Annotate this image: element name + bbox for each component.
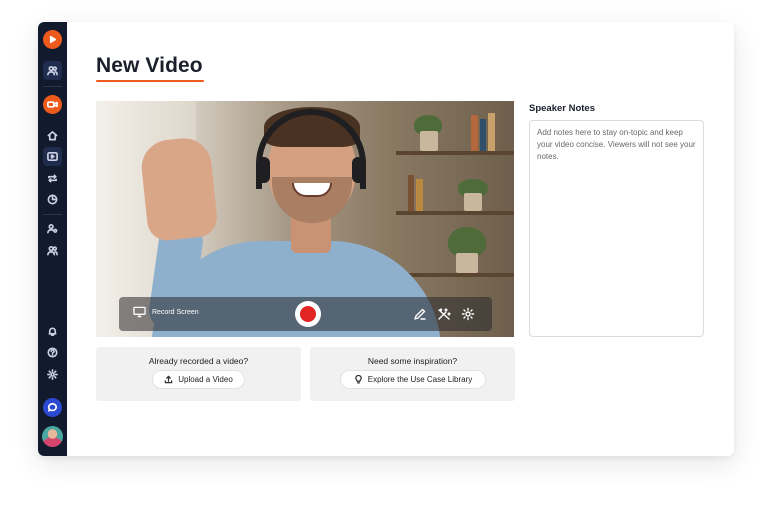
home-icon: [47, 131, 58, 141]
title-underline: [96, 80, 204, 82]
chat-icon: [47, 403, 57, 412]
sidebar-item-team[interactable]: [43, 61, 62, 80]
sidebar-item-settings[interactable]: [43, 365, 62, 384]
users-icon: [47, 66, 58, 76]
gear-icon: [47, 369, 58, 380]
users-icon: [47, 246, 58, 256]
upload-video-button[interactable]: Upload a Video: [152, 370, 245, 389]
sidebar-item-user-settings[interactable]: [43, 219, 62, 238]
record-dot-icon: [300, 306, 316, 322]
effects-button[interactable]: [437, 307, 451, 321]
camera-preview: Record Screen: [96, 101, 514, 337]
sidebar-item-notifications[interactable]: [43, 322, 62, 341]
sidebar-divider: [43, 86, 62, 87]
repeat-icon: [48, 174, 57, 183]
upload-card: Already recorded a video? Upload a Video: [96, 347, 301, 401]
record-screen-label: Record Screen: [152, 308, 199, 316]
record-screen-button[interactable]: Record Screen: [133, 306, 199, 318]
sidebar-item-record[interactable]: [43, 95, 62, 114]
upload-icon: [164, 375, 173, 384]
upload-video-label: Upload a Video: [178, 375, 233, 384]
user-cog-icon: [47, 224, 58, 234]
sidebar-item-analytics[interactable]: [43, 190, 62, 209]
magic-wand-icon: [438, 308, 451, 320]
app-window: New Video Record Screen Already recorded…: [38, 22, 734, 456]
recorder-controls: Record Screen: [119, 297, 492, 331]
inspiration-card-title: Need some inspiration?: [367, 356, 458, 366]
sidebar-divider: [43, 214, 62, 215]
bell-icon: [48, 327, 57, 336]
lightbulb-icon: [354, 375, 362, 384]
sidebar-item-share[interactable]: [43, 169, 62, 188]
pencil-icon: [414, 308, 426, 320]
sidebar-item-people[interactable]: [43, 241, 62, 260]
recorder-settings-button[interactable]: [461, 307, 475, 321]
sidebar-item-home[interactable]: [43, 126, 62, 145]
use-case-library-button[interactable]: Explore the Use Case Library: [340, 370, 486, 389]
monitor-icon: [133, 306, 146, 318]
page-title: New Video: [96, 54, 203, 77]
upload-card-title: Already recorded a video?: [148, 356, 249, 366]
pie-chart-icon: [47, 194, 58, 205]
sidebar-item-help[interactable]: [43, 343, 62, 362]
video-camera-icon: [47, 101, 58, 108]
play-square-icon: [47, 152, 58, 161]
sidebar-item-videos[interactable]: [43, 147, 62, 166]
record-button[interactable]: [295, 301, 321, 327]
speaker-notes-title: Speaker Notes: [529, 103, 596, 114]
help-circle-icon: [47, 347, 58, 358]
annotate-button[interactable]: [413, 307, 427, 321]
logo-play-icon[interactable]: [43, 30, 62, 49]
sidebar-item-chat[interactable]: [43, 398, 62, 417]
use-case-library-label: Explore the Use Case Library: [367, 375, 473, 384]
avatar[interactable]: [42, 426, 63, 447]
sidebar: [38, 22, 67, 456]
gear-icon: [461, 307, 475, 321]
speaker-notes-input[interactable]: [529, 120, 704, 337]
inspiration-card: Need some inspiration? Explore the Use C…: [310, 347, 515, 401]
